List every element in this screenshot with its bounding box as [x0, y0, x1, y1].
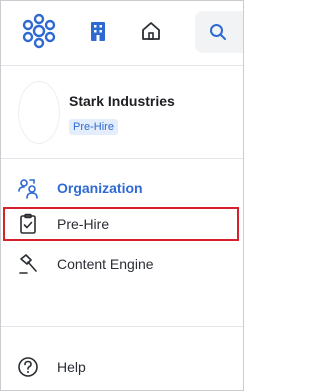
menu-item-pre-hire[interactable]: Pre-Hire	[3, 207, 239, 241]
hammer-icon	[17, 253, 39, 275]
search-input[interactable]	[195, 11, 243, 53]
help-icon	[17, 356, 39, 378]
side-navigation-panel: Stark Industries Pre-Hire Organization P…	[0, 0, 244, 391]
menu-item-help[interactable]: Help	[1, 348, 243, 386]
company-card[interactable]: Stark Industries Pre-Hire	[1, 66, 243, 158]
building-icon[interactable]	[85, 18, 111, 44]
status-badge: Pre-Hire	[69, 119, 118, 135]
clipboard-check-icon	[17, 213, 39, 235]
menu-item-content-engine[interactable]: Content Engine	[1, 245, 243, 283]
people-icon	[17, 177, 39, 199]
menu-item-label: Help	[57, 359, 86, 375]
menu-item-label: Organization	[57, 180, 143, 196]
menu-item-organization[interactable]: Organization	[1, 169, 243, 207]
divider	[1, 326, 243, 327]
divider	[1, 158, 243, 159]
company-avatar	[18, 81, 60, 144]
menu-item-label: Content Engine	[57, 256, 154, 272]
search-icon	[210, 24, 226, 40]
menu-item-label: Pre-Hire	[57, 216, 110, 232]
home-icon[interactable]	[138, 18, 164, 44]
top-bar	[1, 1, 243, 66]
connections-logo-icon[interactable]	[22, 13, 56, 49]
company-name: Stark Industries	[69, 93, 175, 109]
